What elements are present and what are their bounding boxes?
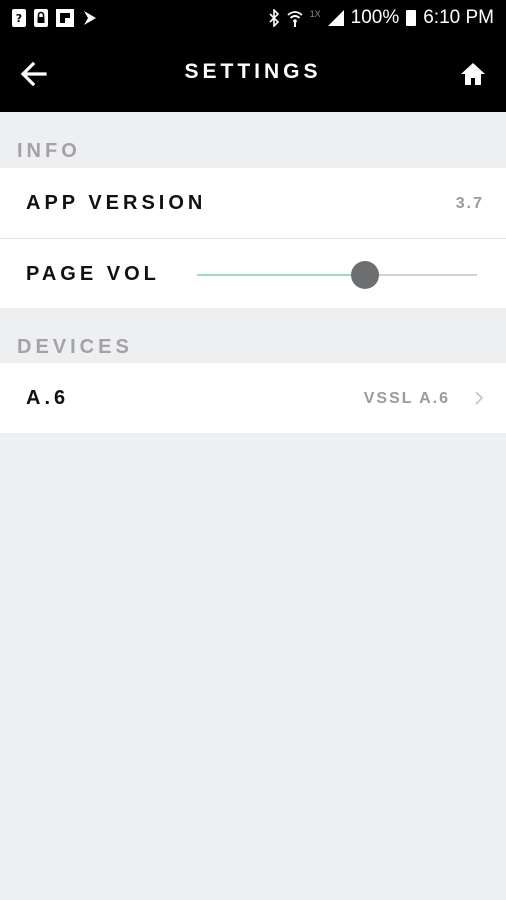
- home-icon: [461, 63, 485, 85]
- network-type: 1X: [309, 9, 321, 19]
- app-version-value: 3.7: [455, 195, 484, 212]
- system-indicators: 1X 100% 6:10 PM: [268, 7, 494, 29]
- lock-notification-icon: [34, 9, 48, 27]
- page-vol-label: PAGE VOL: [26, 263, 160, 285]
- home-button[interactable]: [458, 60, 488, 88]
- feedly-icon: [84, 11, 96, 25]
- page-vol-row: PAGE VOL: [0, 239, 506, 308]
- clock: 6:10 PM: [423, 7, 494, 28]
- section-header-devices: DEVICES: [17, 336, 133, 358]
- notification-icon: ?: [12, 9, 26, 27]
- page-vol-slider[interactable]: [197, 261, 477, 289]
- app-version-label: APP VERSION: [26, 192, 207, 214]
- chevron-right-icon: [475, 391, 484, 405]
- app-version-row: APP VERSION 3.7: [0, 168, 506, 238]
- svg-text:?: ?: [16, 12, 22, 25]
- status-bar: ? 1X 100% 6:10 PM: [0, 0, 506, 36]
- device-name: A.6: [26, 387, 70, 409]
- slider-thumb[interactable]: [351, 261, 379, 289]
- signal-icon: [327, 10, 344, 26]
- battery-percentage: 100%: [350, 7, 400, 28]
- wifi-icon: [287, 11, 303, 27]
- page-title: SETTINGS: [184, 60, 322, 83]
- notification-icons: ?: [12, 9, 98, 27]
- device-model: VSSL A.6: [363, 390, 450, 407]
- app-bar: SETTINGS: [0, 36, 506, 112]
- slider-fill: [197, 274, 365, 276]
- flipboard-icon: [56, 9, 74, 27]
- battery-icon: [406, 10, 417, 26]
- bluetooth-icon: [269, 9, 279, 27]
- section-header-info: INFO: [17, 140, 81, 162]
- device-row-a6[interactable]: A.6 VSSL A.6: [0, 363, 506, 433]
